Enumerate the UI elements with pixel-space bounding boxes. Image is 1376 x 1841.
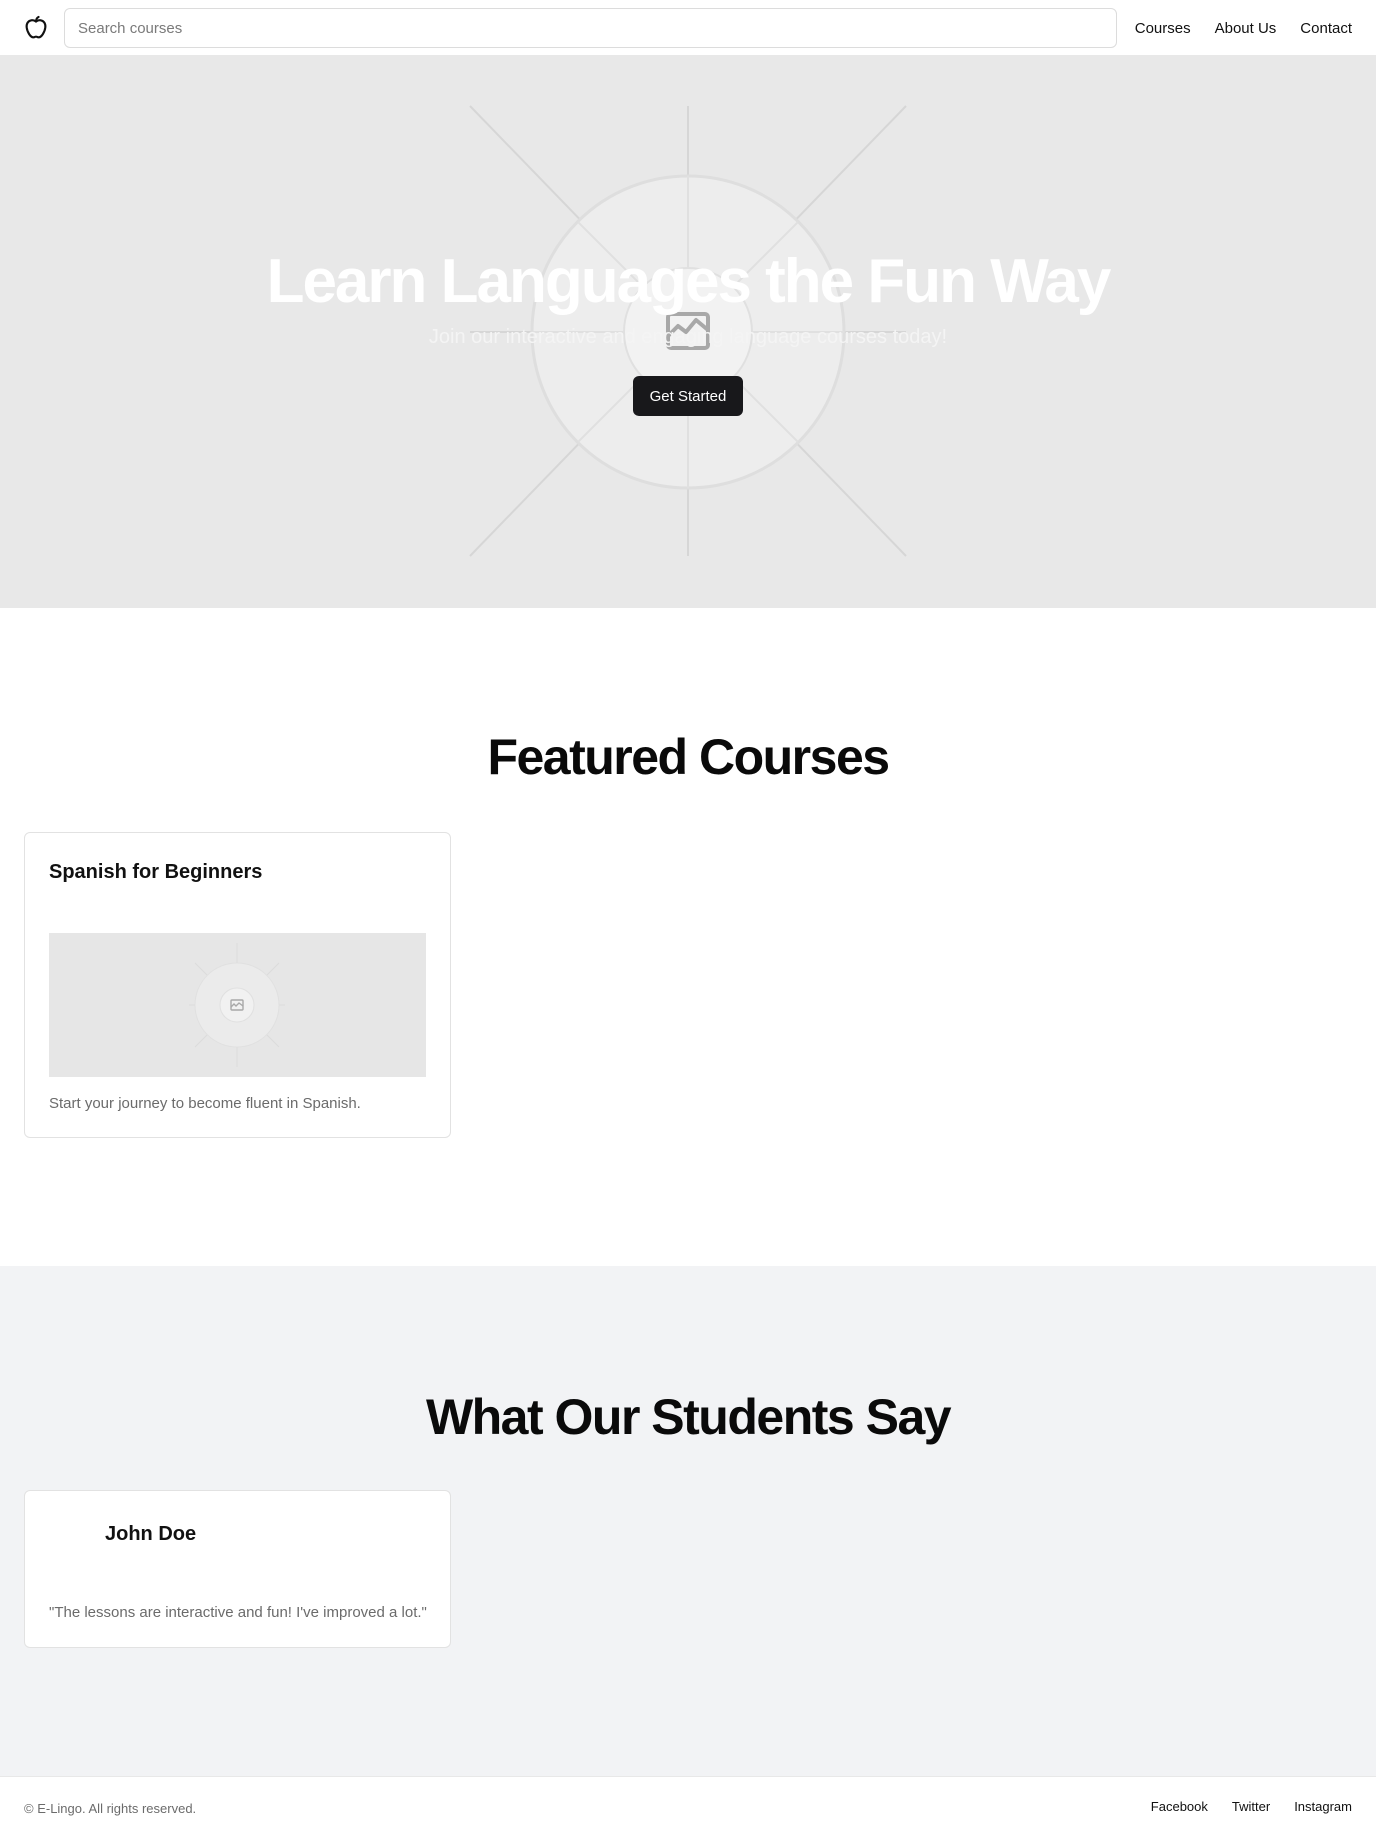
featured-courses-heading: Featured Courses — [487, 729, 890, 785]
testimonial-name: John Doe — [105, 1523, 197, 1545]
main-nav: Courses About Us Contact — [1135, 0, 1352, 56]
course-card[interactable]: Spanish for Beginners Start your journey… — [24, 832, 451, 1138]
course-title: Spanish for Beginners — [49, 861, 263, 883]
hero-subtitle: Join our interactive and engaging langua… — [428, 326, 948, 348]
hero-title: Learn Languages the Fun Way — [266, 247, 1112, 316]
testimonials-section: What Our Students Say John Doe "The less… — [0, 1266, 1376, 1776]
nav-link-courses[interactable]: Courses — [1135, 20, 1191, 37]
instagram-link[interactable]: Instagram — [1294, 1799, 1352, 1814]
testimonial-card: John Doe "The lessons are interactive an… — [24, 1490, 451, 1648]
nav-link-about-us[interactable]: About Us — [1215, 20, 1277, 37]
search-input[interactable] — [64, 8, 1117, 48]
twitter-link[interactable]: Twitter — [1232, 1799, 1270, 1814]
site-header: Courses About Us Contact — [0, 0, 1376, 56]
site-footer: © E-Lingo. All rights reserved. Facebook… — [0, 1776, 1376, 1841]
testimonial-quote: "The lessons are interactive and fun! I'… — [49, 1604, 427, 1621]
nav-link-contact[interactable]: Contact — [1300, 20, 1352, 37]
hero-section: Learn Languages the Fun Way Join our int… — [0, 56, 1376, 608]
facebook-link[interactable]: Facebook — [1151, 1799, 1208, 1814]
testimonials-heading: What Our Students Say — [425, 1389, 952, 1445]
avatar — [49, 1517, 93, 1561]
course-description: Start your journey to become fluent in S… — [49, 1095, 361, 1112]
course-image — [49, 933, 426, 1077]
apple-icon[interactable] — [22, 14, 50, 42]
social-links: Facebook Twitter Instagram — [1151, 1799, 1352, 1814]
get-started-button[interactable]: Get Started — [633, 376, 743, 416]
image-placeholder-icon — [189, 943, 285, 1067]
copyright-text: © E-Lingo. All rights reserved. — [24, 1801, 197, 1816]
